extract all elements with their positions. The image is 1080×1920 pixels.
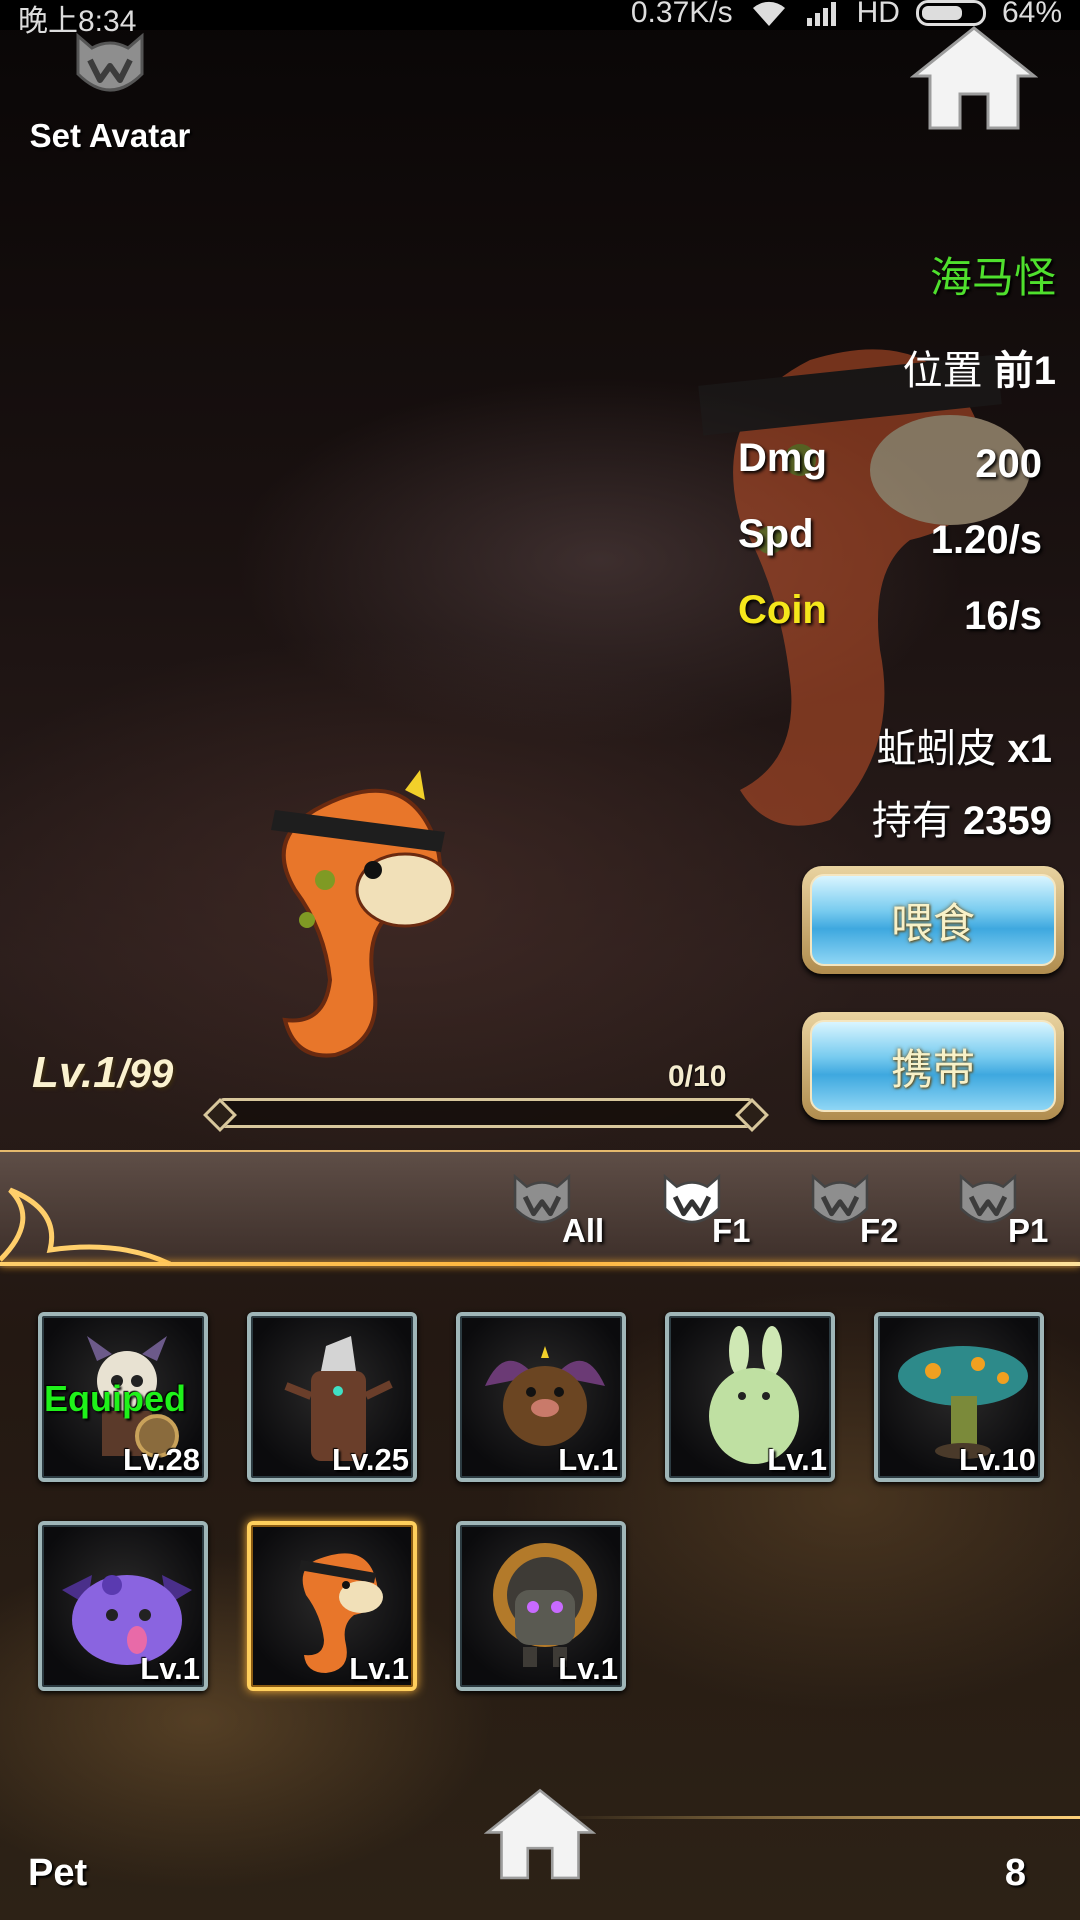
set-avatar-label: Set Avatar [29, 117, 191, 154]
filter-tab-f2[interactable]: F2 [808, 1168, 928, 1258]
position-label: 位置 [902, 349, 983, 393]
filter-tab-f1[interactable]: F1 [660, 1168, 780, 1258]
network-speed: 0.37K/s [630, 0, 733, 29]
set-avatar-button[interactable]: Set Avatar [20, 30, 200, 155]
pet-slot-bat-pig[interactable]: Lv.1 [456, 1312, 626, 1482]
home-icon[interactable] [910, 24, 1038, 134]
pet-section-label: Pet [28, 1852, 88, 1894]
pet-name: 海马怪 [929, 254, 1056, 301]
level-max: /99 [117, 1052, 174, 1096]
stat-label-coin: Coin [738, 588, 827, 632]
filter-tab-label: All [562, 1212, 605, 1249]
bottom-divider [560, 1816, 1080, 1819]
owned-value: 2359 [963, 799, 1052, 843]
pet-slot-purple-slime[interactable]: Lv.1 [38, 1521, 208, 1691]
filter-tab-label: F2 [860, 1212, 899, 1249]
pet-slot-level: Lv.25 [332, 1442, 409, 1477]
pet-count: 8 [1004, 1852, 1026, 1894]
carry-button-label: 携带 [810, 1020, 1056, 1112]
pet-position: 位置 前1 [903, 338, 1056, 396]
pet-level: Lv.1/99 [32, 1048, 173, 1098]
stat-value-coin: 16/s [964, 594, 1042, 638]
feed-material: 蚯蚓皮 x1 [876, 716, 1052, 774]
feed-button[interactable]: 喂食 [802, 866, 1064, 974]
exp-bar [218, 1098, 754, 1128]
monster-emblem-icon [76, 32, 144, 92]
material-qty: x1 [1007, 727, 1053, 771]
pet-seahorse-image [271, 770, 455, 1058]
pet-slot-level: Lv.1 [558, 1442, 618, 1477]
exp-text: 0/10 [668, 1060, 727, 1093]
level-current: Lv.1 [32, 1048, 118, 1097]
pet-slot-green-rabbit[interactable]: Lv.1 [665, 1312, 835, 1482]
feed-button-label: 喂食 [810, 874, 1056, 966]
filter-tab-p1[interactable]: P1 [956, 1168, 1076, 1258]
filter-tab-label: P1 [1008, 1212, 1049, 1249]
pet-slot-level: Lv.10 [959, 1442, 1036, 1477]
pet-slot-level: Lv.1 [558, 1651, 618, 1686]
position-value: 前1 [993, 349, 1056, 393]
pet-slot-tree-stump[interactable]: Lv.25 [247, 1312, 417, 1482]
pet-slot-mushroom[interactable]: Lv.10 [874, 1312, 1044, 1482]
stat-value-dmg: 200 [975, 442, 1042, 486]
owned-count: 持有 2359 [872, 788, 1052, 846]
signal-icon [806, 2, 836, 26]
pet-slot-seahorse[interactable]: Lv.1 [247, 1521, 417, 1691]
filter-divider [0, 1262, 1080, 1266]
stat-label-dmg: Dmg [738, 436, 827, 480]
pet-slot-level: Lv.1 [767, 1442, 827, 1477]
stat-value-spd: 1.20/s [930, 518, 1042, 562]
carry-button[interactable]: 携带 [802, 1012, 1064, 1120]
network-type: HD [856, 0, 900, 29]
equipped-badge: Equiped [44, 1378, 186, 1419]
material-name: 蚯蚓皮 [876, 727, 997, 771]
filter-tab-label: F1 [712, 1212, 751, 1249]
ornament-swirl [0, 1187, 172, 1267]
pet-slot-level: Lv.1 [140, 1651, 200, 1686]
battery-icon [915, 0, 986, 26]
pet-slot-gear-robot[interactable]: Lv.1 [456, 1521, 626, 1691]
filter-tab-all[interactable]: All [510, 1168, 630, 1258]
wifi-icon [752, 1, 785, 27]
pet-slot-level: Lv.1 [349, 1651, 409, 1686]
owned-label: 持有 [871, 799, 952, 843]
pet-slot-skeleton-viking[interactable]: Equiped Lv.28 [38, 1312, 208, 1482]
stat-label-spd: Spd [738, 512, 814, 556]
pet-slot-level: Lv.28 [123, 1442, 200, 1477]
home-bottom-icon[interactable] [484, 1786, 596, 1884]
